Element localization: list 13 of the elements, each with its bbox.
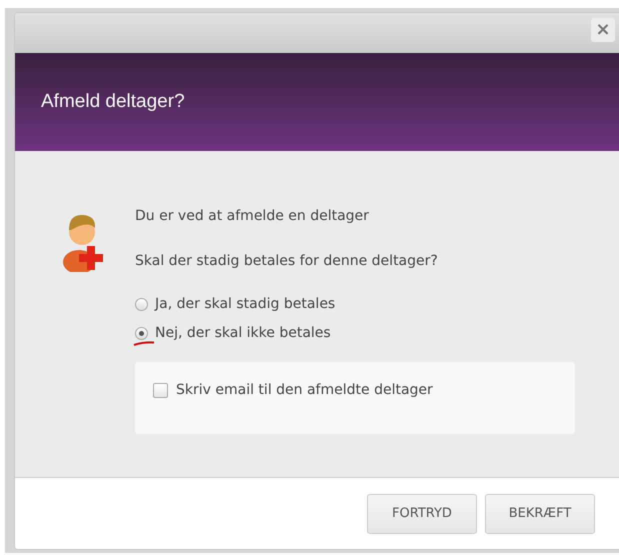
underline-mark xyxy=(133,341,155,346)
email-option[interactable]: Skriv email til den afmeldte deltager xyxy=(153,380,575,401)
dialog-button[interactable]: BEKRÆFT xyxy=(485,494,595,534)
dialog-title: Afmeld deltager? xyxy=(41,90,185,114)
question-text: Skal der stadig betales for denne deltager? xyxy=(135,252,439,271)
dialog-button[interactable]: FORTRYD xyxy=(367,494,477,534)
payment-option[interactable]: Ja, der skal stadig betales xyxy=(135,294,575,315)
radio-button[interactable] xyxy=(135,327,148,340)
message-text: Du er ved at afmelde en deltager xyxy=(135,207,370,226)
radio-button[interactable] xyxy=(135,298,148,311)
close-button[interactable]: × xyxy=(591,18,615,42)
checkbox[interactable] xyxy=(153,383,168,398)
payment-option[interactable]: Nej, der skal ikke betales xyxy=(135,323,575,344)
